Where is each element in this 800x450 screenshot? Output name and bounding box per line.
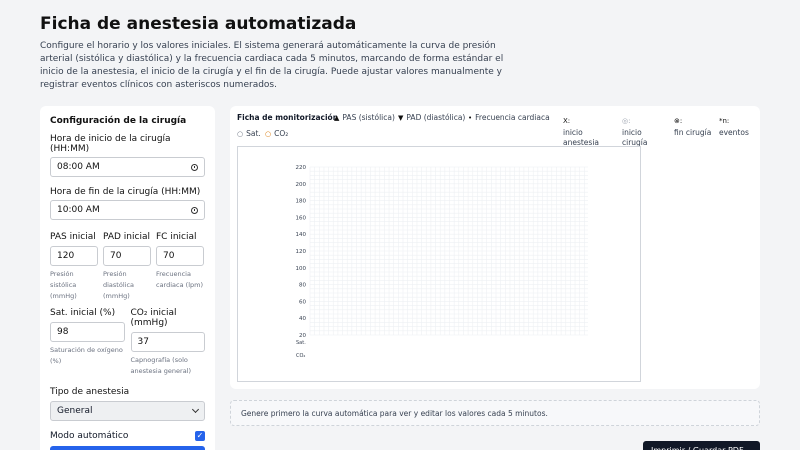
co2-field-group: CO₂ inicial (mmHg) 37 Capnografía (solo …: [130, 308, 205, 377]
y-tick-label: 160: [296, 215, 307, 221]
monitor-panel: Ficha de monitorización ▲ PAS (sistólica…: [230, 106, 760, 389]
anesthesia-type-select[interactable]: General: [50, 401, 205, 421]
triangle-up-icon: ▲: [334, 113, 340, 122]
dot-icon: •: [468, 113, 473, 122]
co2-input[interactable]: 37: [130, 332, 205, 352]
anesthesia-type-value: General: [57, 406, 93, 416]
page-description: Configure el horario y los valores inici…: [40, 41, 504, 90]
fc-hint: Frecuencia cardiaca (lpm): [156, 270, 203, 289]
sat-input[interactable]: 98: [50, 322, 125, 342]
anesthesia-type-label: Tipo de anestesia: [50, 387, 130, 397]
co2-label: CO₂ inicial (mmHg): [130, 308, 177, 328]
monitor-title: Ficha de monitorización: [237, 113, 339, 122]
pad-field-group: PAD inicial 70 Presión diastólica (mmHg): [103, 232, 151, 302]
legend-item-anesthesia-start: X: inicio anestesia: [563, 117, 600, 147]
legend-item-surgery-start: ◎: inicio cirugía: [622, 117, 648, 147]
y-tick-label: 100: [296, 266, 307, 272]
fc-field-group: FC inicial 70 Frecuencia cardiaca (lpm): [156, 232, 204, 302]
co2-hint: Capnografía (solo anestesia general): [130, 356, 192, 375]
y-tick-label: 200: [296, 182, 307, 188]
pad-label: PAD inicial: [103, 232, 150, 242]
sat-value: 98: [57, 327, 69, 337]
row-label: Sat.: [296, 340, 306, 346]
y-tick-label: 20: [299, 333, 306, 339]
page-title: Ficha de anestesia automatizada: [40, 14, 357, 34]
auto-mode-label: Modo automático: [50, 431, 129, 441]
fc-label: FC inicial: [156, 232, 197, 242]
config-panel: Configuración de la cirugía Hora de inic…: [40, 106, 215, 450]
end-time-input[interactable]: 10:00 AM: [50, 200, 205, 220]
sat-hint: Saturación de oxígeno (%): [50, 346, 123, 365]
start-time-input[interactable]: 08:00 AM: [50, 157, 205, 177]
row-label: CO₂: [296, 353, 305, 359]
clock-icon: [191, 163, 198, 171]
y-tick-label: 40: [299, 316, 306, 322]
fc-input[interactable]: 70: [156, 246, 204, 266]
triangle-down-icon: ▼: [398, 113, 404, 122]
chart-container: 220 200 180 160 140 120 100 80 60 40 20 Sat. CO₂: [237, 146, 641, 382]
start-time-value: 08:00 AM: [57, 162, 100, 172]
y-tick-label: 120: [296, 249, 307, 255]
legend-item-pad: ▼ PAD (diastólica): [398, 113, 466, 122]
x-mark-icon: X:: [563, 117, 571, 125]
y-tick-label: 220: [296, 165, 307, 171]
config-heading: Configuración de la cirugía: [50, 116, 187, 126]
legend-item-surgery-end: ⊗: fin cirugía: [674, 117, 712, 137]
pas-label: PAS inicial: [50, 232, 96, 242]
fc-value: 70: [163, 251, 175, 261]
pad-value: 70: [110, 251, 122, 261]
clock-icon: [191, 206, 198, 214]
circle-x-icon: ⊗:: [674, 117, 683, 125]
circle-icon: ○: [237, 129, 244, 138]
y-tick-label: 60: [299, 299, 306, 305]
monitoring-chart: 220 200 180 160 140 120 100 80 60 40 20Sat. CO₂: [296, 165, 588, 359]
pad-input[interactable]: 70: [103, 246, 151, 266]
legend-item-co2: ○ CO₂: [265, 129, 289, 138]
print-pdf-button[interactable]: Imprimir / Guardar PDF: [643, 441, 760, 450]
pas-input[interactable]: 120: [50, 246, 98, 266]
legend-item-events: *n: eventos: [719, 117, 749, 137]
pas-value: 120: [57, 251, 75, 261]
start-time-label: Hora de inicio de la cirugía (HH:MM): [50, 134, 171, 154]
pas-hint: Presión sistólica (mmHg): [50, 270, 77, 300]
co2-value: 37: [137, 337, 149, 347]
pas-field-group: PAS inicial 120 Presión sistólica (mmHg): [50, 232, 98, 302]
auto-mode-checkbox[interactable]: ✓: [195, 431, 205, 441]
legend-item-sat: ○ Sat.: [237, 129, 261, 138]
sat-field-group: Sat. inicial (%) 98 Saturación de oxígen…: [50, 308, 125, 377]
end-time-value: 10:00 AM: [57, 205, 100, 215]
legend-item-fc: • Frecuencia cardiaca: [468, 113, 550, 122]
chevron-down-icon: [191, 405, 200, 414]
circle-icon: ○: [265, 129, 272, 138]
y-tick-label: 80: [299, 283, 306, 289]
legend-item-pas: ▲ PAS (sistólica): [334, 113, 395, 122]
y-tick-label: 180: [296, 199, 307, 205]
sat-label: Sat. inicial (%): [50, 308, 116, 318]
info-message: Genere primero la curva automática para …: [230, 400, 760, 426]
generate-curve-button[interactable]: [50, 446, 205, 450]
auto-mode-row: Modo automático ✓: [50, 431, 205, 441]
asterisk-icon: *n:: [719, 117, 730, 125]
circle-dot-icon: ◎:: [622, 117, 631, 125]
end-time-label: Hora de fin de la cirugía (HH:MM): [50, 187, 201, 197]
y-tick-label: 140: [296, 232, 307, 238]
pad-hint: Presión diastólica (mmHg): [103, 270, 134, 300]
